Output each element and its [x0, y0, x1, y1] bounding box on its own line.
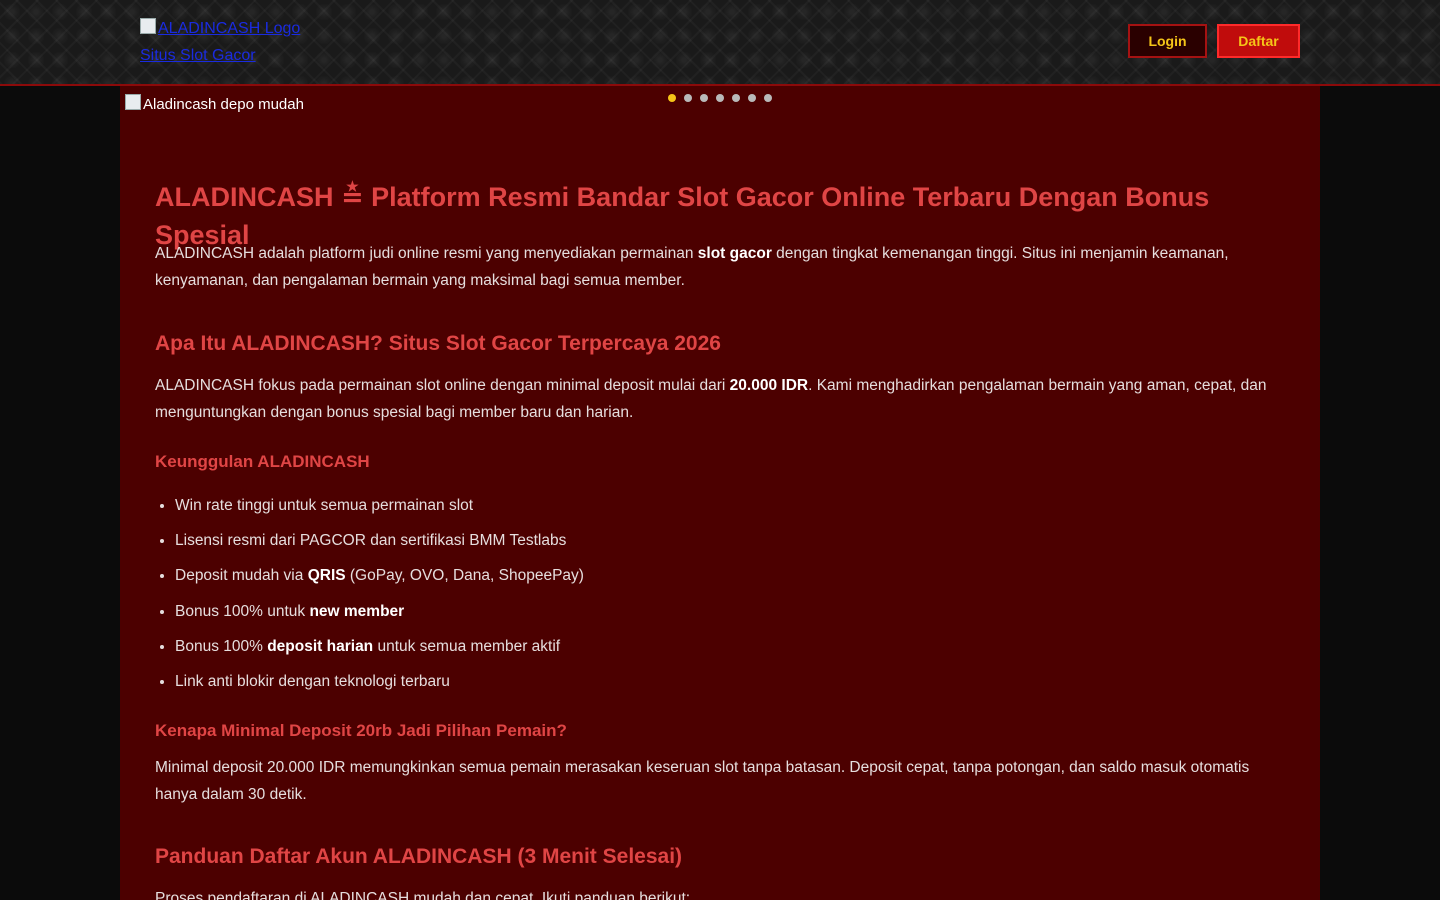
- logo-alt-text: ALADINCASH Logo Situs Slot Gacor: [140, 20, 301, 64]
- carousel-dot[interactable]: [700, 94, 708, 102]
- list-item: Win rate tinggi untuk semua permainan sl…: [175, 495, 1310, 530]
- advantages-heading: Keunggulan ALADINCASH: [155, 452, 370, 471]
- list-item-text: Bonus 100%: [175, 637, 268, 655]
- list-item-text: Deposit mudah via: [175, 567, 308, 585]
- intro-bold: slot gacor: [697, 245, 772, 262]
- list-item-text: Lisensi resmi dari PAGCOR dan sertifikas…: [175, 532, 567, 550]
- list-item-text: Bonus 100% untuk: [175, 602, 310, 620]
- carousel-dot[interactable]: [716, 94, 724, 102]
- list-item-text-end: untuk semua member aktif: [373, 637, 561, 655]
- carousel-dot[interactable]: [684, 94, 692, 102]
- list-item: Lisensi resmi dari PAGCOR dan sertifikas…: [175, 530, 1310, 565]
- login-button[interactable]: Login: [1128, 24, 1207, 58]
- list-item-bold: QRIS: [307, 567, 346, 585]
- about-paragraph: ALADINCASH fokus pada permainan slot onl…: [155, 372, 1290, 426]
- carousel-dot[interactable]: [732, 94, 740, 102]
- list-item-text: Link anti blokir dengan teknologi terbar…: [175, 672, 450, 690]
- register-button[interactable]: Daftar: [1217, 24, 1300, 58]
- list-item: Link anti blokir dengan teknologi terbar…: [175, 671, 1310, 706]
- intro-text: ALADINCASH adalah platform judi online r…: [155, 245, 698, 262]
- carousel-dot[interactable]: [764, 94, 772, 102]
- list-item-text-end: (GoPay, OVO, Dana, ShopeePay): [345, 567, 584, 585]
- site-header: ALADINCASH Logo Situs Slot Gacor Login D…: [0, 0, 1440, 86]
- list-item: Bonus 100% untuk new member: [175, 601, 1310, 636]
- banner-alt-text: Aladincash depo mudah: [143, 96, 304, 113]
- banner-image[interactable]: Aladincash depo mudah: [125, 94, 304, 113]
- broken-image-icon: [140, 18, 156, 34]
- min-deposit-paragraph: Minimal deposit 20.000 IDR memungkinkan …: [155, 759, 1250, 803]
- main-content: Aladincash depo mudah ALADINCASH ≛ Platf…: [120, 86, 1320, 900]
- about-text: ALADINCASH fokus pada permainan slot onl…: [155, 377, 730, 394]
- list-item-bold: deposit harian: [267, 637, 374, 655]
- intro-paragraph: ALADINCASH adalah platform judi online r…: [155, 240, 1290, 294]
- list-item-text: Win rate tinggi untuk semua permainan sl…: [175, 497, 474, 514]
- site-logo-link[interactable]: ALADINCASH Logo Situs Slot Gacor: [140, 15, 340, 69]
- list-item: Deposit mudah via QRIS (GoPay, OVO, Dana…: [175, 565, 1310, 600]
- carousel-dots: [668, 94, 772, 102]
- list-item-bold: new member: [309, 602, 405, 620]
- carousel-dot[interactable]: [748, 94, 756, 102]
- about-heading: Apa Itu ALADINCASH? Situs Slot Gacor Ter…: [155, 332, 721, 355]
- register-heading: Panduan Daftar Akun ALADINCASH (3 Menit …: [155, 845, 683, 868]
- register-intro-paragraph: Proses pendaftaran di ALADINCASH mudah d…: [155, 890, 691, 900]
- list-item: Bonus 100% deposit harian untuk semua me…: [175, 636, 1310, 671]
- advantages-list: Win rate tinggi untuk semua permainan sl…: [155, 495, 1310, 706]
- broken-image-icon: [125, 94, 141, 110]
- about-bold: 20.000 IDR: [729, 377, 809, 394]
- min-deposit-heading: Kenapa Minimal Deposit 20rb Jadi Pilihan…: [155, 721, 567, 740]
- carousel-dot[interactable]: [668, 94, 676, 102]
